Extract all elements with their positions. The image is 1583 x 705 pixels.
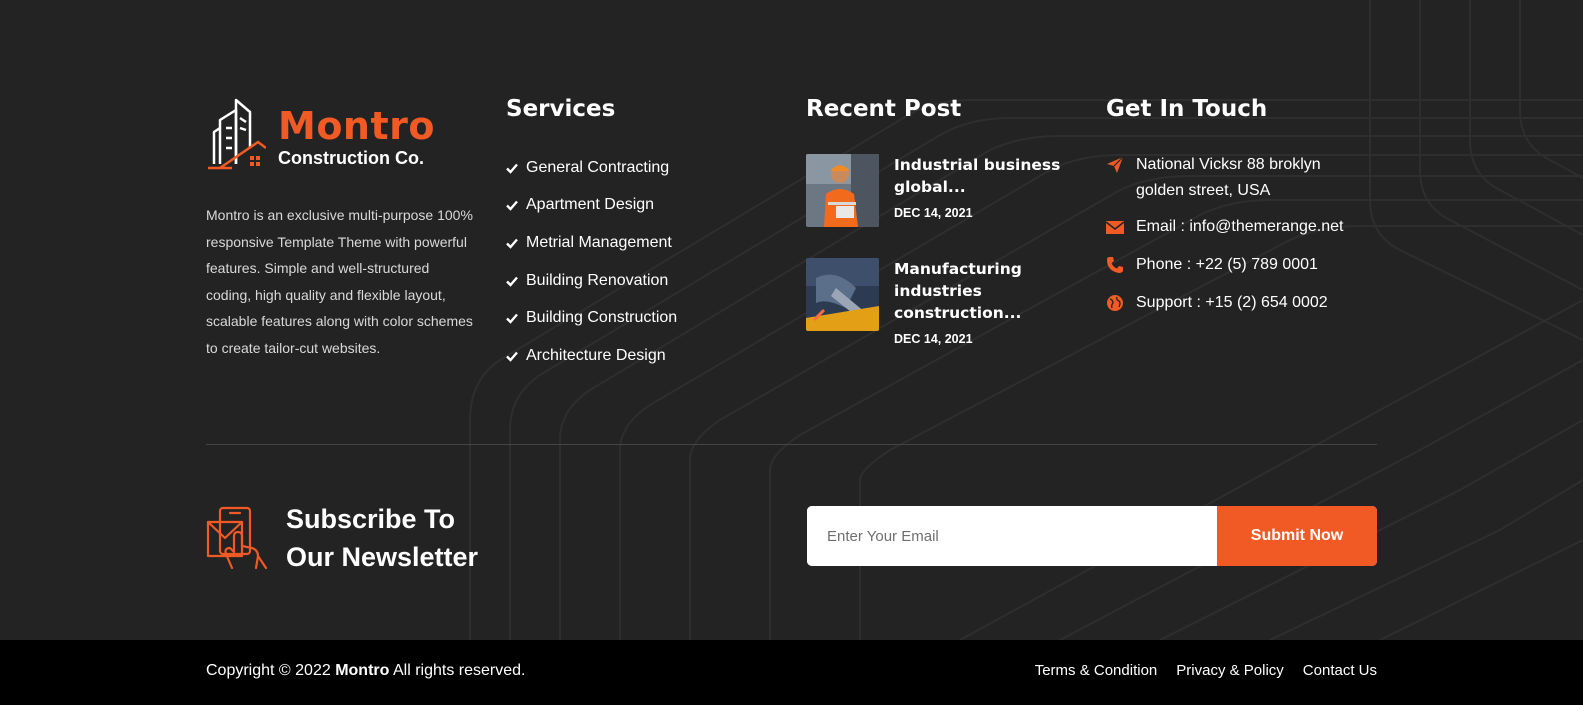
contact-phone-text: Phone : +22 (5) 789 0001: [1136, 256, 1318, 273]
service-label: Building Renovation: [526, 271, 669, 289]
submit-now-button[interactable]: Submit Now: [1217, 506, 1377, 566]
contact-support-text: Support : +15 (2) 654 0002: [1136, 294, 1328, 311]
logo-name: Montro: [278, 104, 435, 148]
post-title[interactable]: Industrial business global...: [894, 154, 1069, 198]
contact-address-text: National Vicksr 88 broklyn golden street…: [1136, 156, 1321, 199]
copyright-prefix: Copyright © 2022: [206, 662, 336, 679]
newsletter-title-line1: Subscribe To: [286, 504, 456, 534]
service-link[interactable]: Building Renovation: [506, 262, 776, 300]
logo[interactable]: Montro Construction Co.: [206, 96, 476, 172]
contact-column: Get In Touch National Vicksr 88 broklyn …: [1106, 96, 1386, 311]
newsletter-form: Submit Now: [807, 506, 1377, 566]
phone-icon: [1107, 257, 1123, 273]
service-label: Building Construction: [526, 309, 678, 327]
check-icon: [506, 163, 518, 174]
copyright-suffix: All rights reserved.: [389, 662, 526, 679]
footer-links: Terms & Condition Privacy & Policy Conta…: [1035, 662, 1377, 679]
contact-us-link[interactable]: Contact Us: [1303, 662, 1377, 679]
service-link[interactable]: General Contracting: [506, 149, 776, 187]
newsletter-title: Subscribe To Our Newsletter: [286, 500, 478, 576]
check-icon: [506, 276, 518, 287]
services-title: Services: [506, 96, 616, 122]
service-label: Metrial Management: [526, 233, 672, 251]
check-icon: [506, 313, 518, 324]
services-column: Services General Contracting Apartment D…: [506, 96, 776, 375]
newsletter-title-line2: Our Newsletter: [286, 542, 479, 572]
recent-post-title: Recent Post: [806, 96, 962, 122]
post-thumbnail-welding[interactable]: [806, 258, 879, 331]
footer-top: Montro Construction Co. Montro is an exc…: [0, 0, 1583, 640]
envelope-icon: [1106, 221, 1124, 234]
newsletter-email-input[interactable]: [807, 506, 1217, 566]
check-icon: [506, 238, 518, 249]
newsletter-icon: [206, 506, 268, 570]
privacy-policy-link[interactable]: Privacy & Policy: [1176, 662, 1284, 679]
contact-email[interactable]: Email : info@themerange.net: [1106, 214, 1343, 240]
service-link[interactable]: Building Construction: [506, 299, 776, 337]
logo-subtitle: Construction Co.: [278, 148, 424, 168]
post-thumbnail-worker[interactable]: [806, 154, 879, 227]
bottom-bar: Copyright © 2022 Montro All rights reser…: [0, 640, 1583, 705]
brand-description: Montro is an exclusive multi-purpose 100…: [206, 207, 473, 356]
copyright-text: Copyright © 2022 Montro All rights reser…: [206, 662, 525, 680]
post-title[interactable]: Manufacturing industries construction...: [894, 258, 1069, 324]
newsletter-heading: Subscribe To Our Newsletter: [206, 500, 478, 576]
contact-phone[interactable]: Phone : +22 (5) 789 0001: [1106, 252, 1318, 278]
check-icon: [506, 201, 518, 212]
brand-column: Montro Construction Co. Montro is an exc…: [206, 96, 476, 361]
contact-email-text: Email : info@themerange.net: [1136, 218, 1344, 235]
footer-divider: [206, 444, 1377, 445]
post-date: DEC 14, 2021: [894, 332, 973, 346]
service-label: Apartment Design: [526, 196, 655, 214]
contact-title: Get In Touch: [1106, 96, 1268, 122]
contact-address: National Vicksr 88 broklyn golden street…: [1106, 152, 1336, 204]
contact-support[interactable]: Support : +15 (2) 654 0002: [1106, 290, 1328, 316]
service-link[interactable]: Apartment Design: [506, 187, 776, 225]
service-link[interactable]: Architecture Design: [506, 337, 776, 375]
post-date: DEC 14, 2021: [894, 206, 973, 220]
recent-post-column: Recent Post Industrial business global..…: [806, 96, 1076, 346]
globe-icon: [1107, 295, 1123, 311]
terms-condition-link[interactable]: Terms & Condition: [1035, 662, 1158, 679]
service-label: Architecture Design: [526, 346, 666, 364]
building-logo-icon: [208, 98, 266, 170]
recent-post-item[interactable]: Manufacturing industries construction...…: [806, 258, 1069, 346]
recent-post-item[interactable]: Industrial business global... DEC 14, 20…: [806, 154, 1069, 227]
service-label: General Contracting: [526, 158, 670, 176]
services-list: General Contracting Apartment Design Met…: [506, 149, 776, 375]
service-link[interactable]: Metrial Management: [506, 224, 776, 262]
paper-plane-icon: [1107, 156, 1124, 173]
copyright-brand: Montro: [335, 662, 390, 679]
check-icon: [506, 351, 518, 362]
